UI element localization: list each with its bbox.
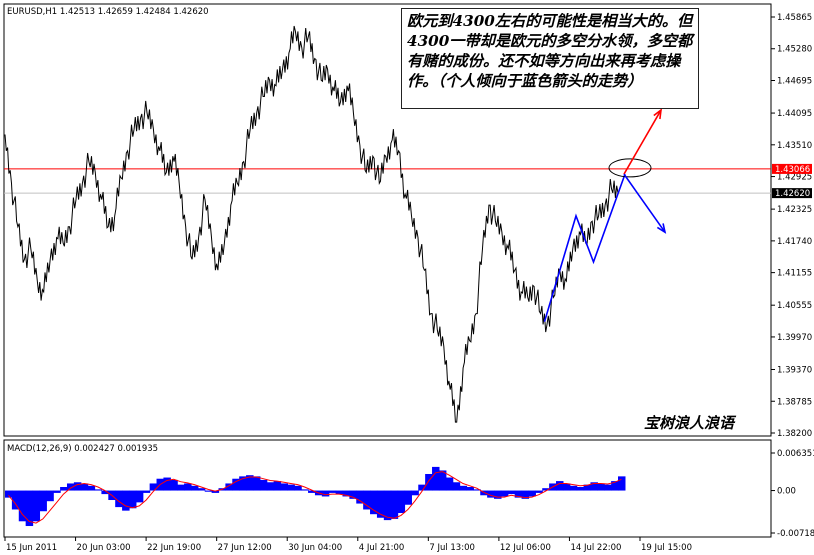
time-tick-label: 19 Jul 15:00 — [641, 543, 692, 553]
macd-bar — [190, 485, 199, 491]
macd-bar — [87, 485, 96, 491]
macd-bar — [376, 490, 385, 518]
price-tick-label: 1.45280 — [777, 45, 812, 55]
macd-chart-frame — [3, 439, 772, 538]
macd-bar — [597, 483, 605, 491]
macd-bar — [328, 490, 337, 493]
macd-bar — [259, 479, 268, 491]
macd-bar — [128, 490, 137, 509]
macd-bar — [273, 481, 282, 491]
macd-bar — [404, 490, 412, 505]
target-ellipse — [608, 158, 652, 178]
price-tick-label: 1.45865 — [777, 13, 812, 23]
macd-bar — [60, 487, 68, 491]
price-tick-label: 1.39970 — [777, 333, 812, 343]
price-tick-label: 1.38785 — [777, 397, 812, 407]
price-tick-label: 1.39370 — [777, 366, 812, 376]
macd-bar — [507, 490, 516, 495]
macd-bar — [562, 483, 571, 491]
time-axis-ticks: 15 Jun 2011 20 Jun 03:00 22 Jun 19:00 27 Ju… — [4, 537, 692, 553]
price-tick-label: 1.43510 — [777, 141, 812, 151]
macd-bar — [445, 477, 454, 491]
macd-bar — [73, 482, 82, 491]
symbol-header: EURUSD,H1 1.42513 1.42659 1.42484 1.4262… — [7, 7, 209, 17]
macd-bar — [80, 483, 89, 491]
macd-bar — [576, 487, 585, 491]
current-price-label: 1.42620 — [772, 188, 812, 199]
macd-bar — [500, 490, 509, 497]
time-tick-label: 7 Jul 13:00 — [429, 543, 475, 553]
macd-bar — [425, 473, 433, 491]
macd-bar — [184, 483, 192, 491]
macd-bar — [204, 490, 213, 492]
blue-trend-zigzag — [543, 173, 626, 322]
macd-tick-label: -0.00718 — [777, 529, 814, 539]
macd-bar — [5, 490, 13, 498]
time-tick-label: 30 Jun 04:00 — [288, 543, 342, 553]
price-tick-label: 1.44095 — [777, 109, 812, 119]
macd-bar — [142, 490, 151, 493]
author-watermark: 宝树浪人浪语 — [644, 414, 735, 432]
macd-bar — [390, 490, 399, 519]
macd-bar — [604, 484, 612, 491]
time-tick-label: 14 Jul 22:00 — [570, 543, 621, 553]
macd-bar — [301, 489, 309, 491]
resistance-price-label: 1.43066 — [772, 163, 812, 175]
macd-bar — [266, 482, 275, 491]
macd-bar — [280, 483, 288, 491]
macd-bar — [252, 476, 261, 491]
time-tick-label: 20 Jun 03:00 — [77, 543, 131, 553]
macd-bar — [94, 489, 103, 491]
macd-bar — [25, 490, 34, 527]
macd-bar — [39, 490, 47, 512]
macd-tick-label: 0.00 — [777, 487, 796, 497]
macd-bar — [122, 490, 130, 511]
macd-bar — [46, 490, 54, 502]
analysis-annotation-box: 欧元到4300左右的可能性是相当大的。但4300一带却是欧元的多空分水领，多空都… — [401, 8, 699, 109]
macd-bar — [287, 484, 295, 491]
macd-bar — [135, 490, 144, 503]
price-tick-label: 1.42325 — [777, 205, 812, 215]
time-tick-label: 15 Jun 2011 — [6, 543, 57, 553]
macd-bar — [11, 490, 20, 510]
macd-signal-line — [8, 471, 622, 524]
macd-bar — [397, 490, 406, 514]
macd-bar — [452, 482, 461, 491]
macd-bar — [356, 490, 364, 504]
macd-bar — [569, 485, 578, 491]
svg-text:1.42620: 1.42620 — [775, 189, 810, 199]
macd-bar — [335, 490, 344, 495]
macd-header: MACD(12,26,9) 0.002427 0.001935 — [7, 444, 158, 454]
macd-bar — [170, 479, 178, 491]
price-axis-ticks: 1.458651.452801.446951.440951.435101.429… — [771, 13, 812, 439]
macd-bar — [535, 490, 543, 493]
macd-bar — [411, 490, 419, 496]
macd-bar — [177, 484, 185, 491]
macd-bar — [459, 485, 468, 491]
price-tick-label: 1.44695 — [777, 76, 812, 86]
blue-down-arrow — [623, 173, 667, 234]
macd-bar — [321, 490, 330, 497]
price-tick-label: 1.40555 — [777, 301, 812, 311]
time-tick-label: 22 Jun 19:00 — [147, 543, 201, 553]
time-tick-label: 4 Jul 21:00 — [359, 543, 405, 553]
price-tick-label: 1.41740 — [777, 237, 812, 247]
macd-bar — [618, 476, 626, 491]
macd-bar — [149, 483, 158, 491]
time-tick-label: 27 Jun 12:00 — [218, 543, 272, 553]
macd-bar — [32, 490, 41, 522]
macd-bar — [53, 490, 61, 493]
svg-text:1.43066: 1.43066 — [775, 165, 810, 175]
macd-bar — [556, 481, 564, 491]
red-up-arrow — [623, 108, 663, 175]
price-tick-label: 1.38200 — [777, 429, 812, 439]
macd-bar — [466, 487, 474, 491]
price-tick-label: 1.41155 — [777, 269, 812, 279]
macd-bar — [432, 466, 440, 491]
time-tick-label: 12 Jul 06:00 — [500, 543, 551, 553]
macd-bar — [294, 485, 302, 491]
macd-tick-label: 0.006351 — [777, 449, 814, 459]
macd-bar — [363, 490, 371, 510]
macd-axis-ticks: 0.006351 0.00 -0.00718 — [771, 449, 814, 539]
